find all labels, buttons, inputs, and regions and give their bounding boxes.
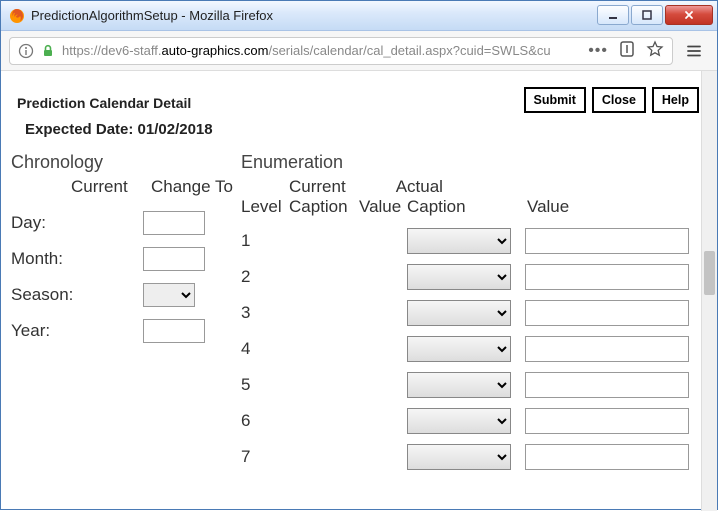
bookmark-star-icon[interactable] [646,40,664,61]
enumeration-level: 3 [241,303,289,323]
chronology-year-input[interactable] [143,319,205,343]
enumeration-col-caption: Caption [289,197,359,217]
site-info-icon[interactable] [18,43,34,59]
window-title: PredictionAlgorithmSetup - Mozilla Firef… [31,8,595,23]
enumeration-actual-value-input[interactable] [525,336,689,362]
chronology-section: Chronology Current Change To Day: Month: [11,152,241,475]
enumeration-actual-value-input[interactable] [525,372,689,398]
close-button[interactable]: Close [592,87,646,113]
url-text: https://dev6-staff.auto-graphics.com/ser… [62,43,582,58]
enumeration-heading: Enumeration [241,152,699,173]
enumeration-row: 7 [241,439,699,475]
close-window-button[interactable] [665,5,713,25]
expected-date-label: Expected Date: [25,121,133,138]
enumeration-row: 1 [241,223,699,259]
reader-mode-icon[interactable] [618,40,636,61]
window-buttons [595,5,713,27]
page-actions-icon[interactable]: ••• [588,42,608,60]
enumeration-level: 5 [241,375,289,395]
address-bar[interactable]: https://dev6-staff.auto-graphics.com/ser… [9,37,673,65]
firefox-icon [9,8,25,24]
chronology-row-season: Season: [11,277,241,313]
chronology-label: Day: [11,213,83,233]
action-buttons: Submit Close Help [524,87,700,113]
address-bar-actions: ••• [588,40,664,61]
expected-date-value: 01/02/2018 [138,121,213,138]
enumeration-row: 4 [241,331,699,367]
lock-icon [40,43,56,59]
enumeration-level: 1 [241,231,289,251]
enumeration-actual-value-input[interactable] [525,228,689,254]
chronology-label: Month: [11,249,83,269]
help-button[interactable]: Help [652,87,699,113]
enumeration-actual-value-input[interactable] [525,408,689,434]
enumeration-columns: Level Caption Value Caption Value [241,197,699,217]
enumeration-row: 3 [241,295,699,331]
chronology-month-input[interactable] [143,247,205,271]
page-viewport: Prediction Calendar Detail Submit Close … [1,71,717,511]
window-titlebar: PredictionAlgorithmSetup - Mozilla Firef… [1,1,717,31]
enumeration-level: 7 [241,447,289,467]
chronology-label: Season: [11,285,83,305]
chronology-day-input[interactable] [143,211,205,235]
url-scheme: https:// [62,43,101,58]
chronology-label: Year: [11,321,83,341]
enumeration-actual-caption-select[interactable] [407,264,511,290]
enumeration-col-actual-caption: Caption [407,197,527,217]
url-path: /serials/calendar/cal_detail.aspx?cuid=S… [268,43,550,58]
page-title: Prediction Calendar Detail [17,95,191,111]
enumeration-row: 6 [241,403,699,439]
enumeration-group-actual: Actual [396,177,443,197]
enumeration-groups: Current Actual [241,177,699,197]
enumeration-actual-caption-select[interactable] [407,444,511,470]
expected-date: Expected Date: 01/02/2018 [25,121,699,138]
enumeration-actual-caption-select[interactable] [407,336,511,362]
browser-toolbar: https://dev6-staff.auto-graphics.com/ser… [1,31,717,71]
enumeration-actual-value-input[interactable] [525,444,689,470]
enumeration-section: Enumeration Current Actual Level Caption… [241,152,699,475]
enumeration-level: 4 [241,339,289,359]
enumeration-row: 2 [241,259,699,295]
enumeration-actual-caption-select[interactable] [407,408,511,434]
enumeration-row: 5 [241,367,699,403]
chronology-row-year: Year: [11,313,241,349]
maximize-button[interactable] [631,5,663,25]
chronology-row-day: Day: [11,205,241,241]
enumeration-actual-value-input[interactable] [525,300,689,326]
minimize-button[interactable] [597,5,629,25]
enumeration-actual-caption-select[interactable] [407,300,511,326]
url-host-pre: dev6-staff. [101,43,161,58]
chronology-columns: Current Change To [11,177,241,197]
enumeration-col-actual-value: Value [527,197,667,217]
enumeration-group-current: Current [289,177,346,197]
enumeration-level: 6 [241,411,289,431]
enumeration-actual-value-input[interactable] [525,264,689,290]
scrollbar-thumb[interactable] [704,251,715,295]
hamburger-menu-button[interactable] [679,37,709,65]
enumeration-level: 2 [241,267,289,287]
enumeration-actual-caption-select[interactable] [407,228,511,254]
enumeration-col-level: Level [241,197,289,217]
chronology-row-month: Month: [11,241,241,277]
url-host: auto-graphics.com [162,43,269,58]
chronology-season-select[interactable] [143,283,195,307]
chronology-col-current: Current [71,177,151,197]
chronology-col-changeto: Change To [151,177,241,197]
submit-button[interactable]: Submit [524,87,586,113]
enumeration-actual-caption-select[interactable] [407,372,511,398]
enumeration-col-value: Value [359,197,407,217]
vertical-scrollbar[interactable] [701,71,717,511]
chronology-heading: Chronology [11,152,241,173]
